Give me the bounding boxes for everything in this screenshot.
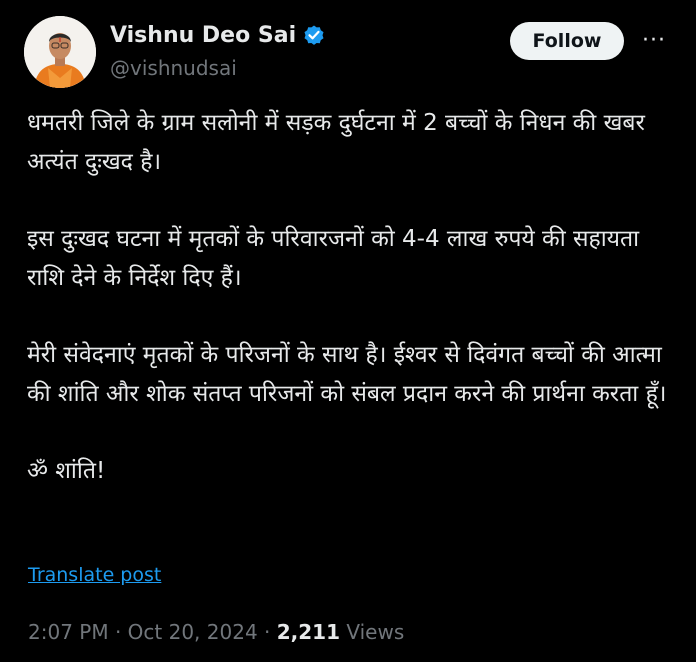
post-time[interactable]: 2:07 PM xyxy=(28,620,109,644)
tweet-meta: 2:07 PM · Oct 20, 2024 · 2,211 Views xyxy=(28,620,404,644)
avatar[interactable] xyxy=(24,16,96,88)
tweet-post: Vishnu Deo Sai @vishnudsai Follow ··· धम… xyxy=(0,0,696,662)
views-label: Views xyxy=(340,620,405,644)
verified-badge-icon[interactable] xyxy=(302,23,326,47)
post-date[interactable]: Oct 20, 2024 xyxy=(128,620,258,644)
author-display-name[interactable]: Vishnu Deo Sai xyxy=(110,23,296,48)
more-options-icon[interactable]: ··· xyxy=(638,26,670,56)
translate-post-link[interactable]: Translate post xyxy=(28,564,161,586)
avatar-portrait-icon xyxy=(24,16,96,88)
author-identity: Vishnu Deo Sai @vishnudsai xyxy=(110,20,326,80)
tweet-text: धमतरी जिले के ग्राम सलोनी में सड़क दुर्घ… xyxy=(27,104,673,491)
tweet-header: Vishnu Deo Sai @vishnudsai Follow ··· xyxy=(24,16,674,88)
name-row: Vishnu Deo Sai xyxy=(110,20,326,50)
tweet-paragraph: मेरी संवेदनाएं मृतकों के परिजनों के साथ … xyxy=(27,342,667,407)
author-handle[interactable]: @vishnudsai xyxy=(110,56,326,80)
follow-button[interactable]: Follow xyxy=(510,22,624,60)
tweet-paragraph: धमतरी जिले के ग्राम सलोनी में सड़क दुर्घ… xyxy=(27,110,645,175)
meta-separator: · xyxy=(108,620,128,644)
meta-separator: · xyxy=(257,620,277,644)
tweet-paragraph: ॐ शांति! xyxy=(27,458,106,484)
views-count[interactable]: 2,211 xyxy=(277,620,340,644)
tweet-paragraph: इस दुःखद घटना में मृतकों के परिवारजनों क… xyxy=(27,226,640,291)
